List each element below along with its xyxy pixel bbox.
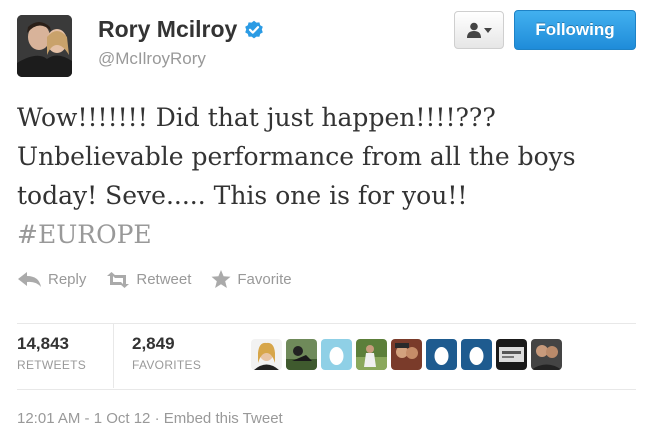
favoriter-avatar-default-egg[interactable] xyxy=(426,339,457,370)
favoriter-avatar[interactable] xyxy=(391,339,422,370)
favoriter-avatar[interactable] xyxy=(251,339,282,370)
favoriter-avatar[interactable] xyxy=(496,339,527,370)
reply-icon xyxy=(18,271,41,287)
favoriters-list xyxy=(251,339,562,370)
following-button[interactable]: Following xyxy=(514,10,636,50)
retweets-count: 14,843 xyxy=(17,334,69,353)
embed-tweet-link[interactable]: Embed this Tweet xyxy=(164,410,283,427)
tweet-text: Wow!!!!!!! Did that just happen!!!!??? U… xyxy=(17,98,637,254)
divider-bottom xyxy=(17,389,636,390)
favoriter-avatar[interactable] xyxy=(356,339,387,370)
reply-button[interactable]: Reply xyxy=(18,271,86,288)
tweet-body: Wow!!!!!!! Did that just happen!!!!??? U… xyxy=(17,103,576,210)
retweet-label: Retweet xyxy=(136,271,192,288)
verified-badge-icon xyxy=(245,20,264,38)
avatar[interactable] xyxy=(17,15,72,77)
user-handle[interactable]: @McIlroyRory xyxy=(98,49,206,69)
person-icon xyxy=(466,22,481,38)
reply-label: Reply xyxy=(48,271,87,288)
user-actions-dropdown[interactable] xyxy=(454,11,504,49)
retweet-button[interactable]: Retweet xyxy=(106,271,191,288)
favorites-label: FAVORITES xyxy=(132,358,202,372)
retweets-stat[interactable]: 14,843 RETWEETS xyxy=(17,334,86,372)
tweet-timestamp[interactable]: 12:01 AM - 1 Oct 12 xyxy=(17,410,150,427)
favorite-label: Favorite xyxy=(237,271,292,288)
retweet-icon xyxy=(107,271,130,288)
favorites-stat[interactable]: 2,849 FAVORITES xyxy=(132,334,201,372)
name-row: Rory Mcilroy xyxy=(98,16,264,43)
favoriter-avatar[interactable] xyxy=(286,339,317,370)
user-name[interactable]: Rory Mcilroy xyxy=(98,16,237,43)
favoriter-avatar-default-egg[interactable] xyxy=(461,339,492,370)
favorite-button[interactable]: Favorite xyxy=(211,270,292,289)
tweet-actions: Reply Retweet Favorite xyxy=(18,270,312,289)
tweet-footer: 12:01 AM - 1 Oct 12 · Embed this Tweet xyxy=(17,410,283,427)
footer-separator: · xyxy=(154,410,160,427)
divider-top xyxy=(17,323,636,324)
hashtag-link[interactable]: #EUROPE xyxy=(17,220,152,249)
retweets-label: RETWEETS xyxy=(17,358,87,372)
favoriter-avatar[interactable] xyxy=(531,339,562,370)
caret-down-icon xyxy=(483,27,492,33)
star-icon xyxy=(211,270,231,288)
stat-separator xyxy=(113,324,114,388)
favorites-count: 2,849 xyxy=(132,334,175,353)
favoriter-avatar-default-egg[interactable] xyxy=(321,339,352,370)
